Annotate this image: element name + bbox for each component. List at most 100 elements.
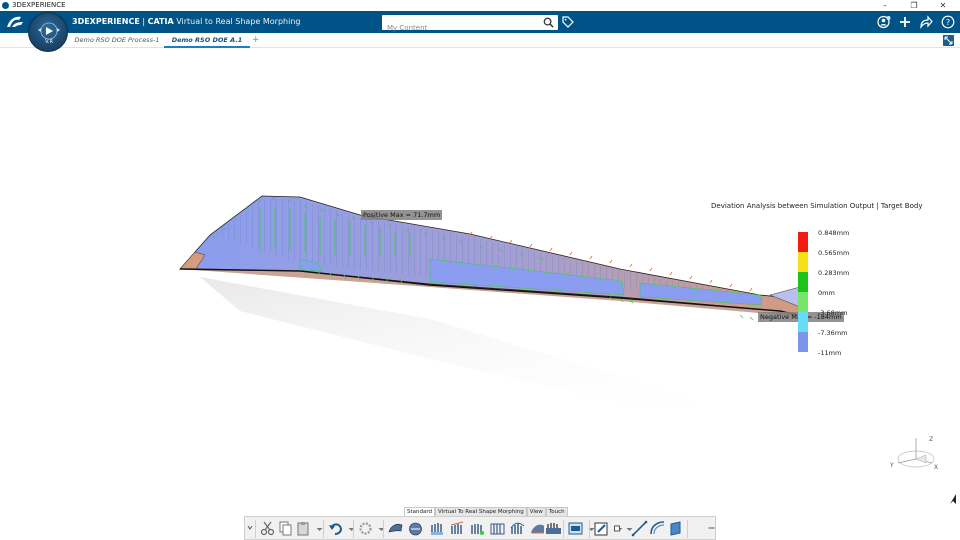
legend-title: Deviation Analysis between Simulation Ou… <box>711 202 923 210</box>
axis-y-label: Y <box>889 462 894 469</box>
morphing-tool-5[interactable] <box>469 520 486 537</box>
undo-options-dropdown[interactable] <box>343 520 355 537</box>
arc-button[interactable] <box>649 520 666 537</box>
wing-model[interactable] <box>0 49 960 515</box>
compass-play-icon <box>38 22 60 40</box>
legend-label-6: -7.36mm <box>818 329 848 337</box>
morphing-tool-1[interactable] <box>387 520 404 537</box>
line-button[interactable] <box>631 520 648 537</box>
restore-button[interactable]: ❐ <box>903 0 925 11</box>
tab-demo-rso-doe-process[interactable]: Demo RSO DOE Process-1 <box>72 33 162 48</box>
more-arrow-icon <box>708 527 715 529</box>
brand-title: 3DEXPERIENCE | CATIA Virtual to Real Sha… <box>72 11 300 33</box>
update-gear-icon <box>359 522 372 535</box>
legend-band-1 <box>798 232 808 252</box>
copy-button[interactable] <box>277 520 294 537</box>
ribs-deform-icon <box>510 522 525 534</box>
sketch-icon <box>594 522 608 536</box>
legend-label-4: 0mm <box>818 289 835 297</box>
section-analysis-icon <box>546 523 561 534</box>
paste-options-dropdown[interactable] <box>311 520 323 537</box>
dropdown-arrow-icon <box>316 528 323 531</box>
legend-label-7: -11mm <box>818 349 842 357</box>
update-options-dropdown[interactable] <box>373 520 385 537</box>
tab-demo-rso-doe-a1[interactable]: Demo RSO DOE A.1 <box>164 33 250 48</box>
separator <box>383 520 384 538</box>
sketch-button[interactable] <box>593 520 610 537</box>
legend-band-4 <box>798 292 808 312</box>
legend-label-1: 0.848mm <box>818 229 850 237</box>
legend-band-2 <box>798 252 808 272</box>
ribs-icon <box>431 523 443 535</box>
separator <box>563 520 564 538</box>
legend-band-6 <box>798 332 808 352</box>
undo-icon <box>329 523 343 535</box>
separator <box>589 520 590 538</box>
window-title: 3DEXPERIENCE <box>12 1 66 9</box>
tab-standard[interactable]: Standard <box>404 507 436 516</box>
top-header: 3DEXPERIENCE | CATIA Virtual to Real Sha… <box>0 11 960 36</box>
morphing-tool-3[interactable] <box>429 520 446 537</box>
compass-widget[interactable]: V.R <box>28 12 68 52</box>
paste-icon <box>297 522 309 536</box>
search-icon[interactable] <box>543 17 554 28</box>
morphing-tool-2[interactable] <box>407 520 424 537</box>
tab-touch[interactable]: Touch <box>545 507 568 516</box>
morphing-tool-7[interactable] <box>509 520 526 537</box>
ribs-offset-icon <box>450 521 464 534</box>
3d-viewport[interactable]: Positive Max = 71.7mm Negative Max = -18… <box>0 49 960 515</box>
action-bar <box>244 516 716 540</box>
tab-virtual-to-real[interactable]: Virtual To Real Shape Morphing <box>435 507 527 516</box>
more-tools-dropdown[interactable] <box>703 520 715 537</box>
tab-view[interactable]: View <box>526 507 546 516</box>
collapse-chevron-icon[interactable] <box>247 520 253 537</box>
brand-separator: | <box>139 17 148 26</box>
capture-icon <box>568 522 583 535</box>
catia-app: 3DEXPERIENCE – ❐ ✕ 3DEXPERIENCE | CATIA … <box>0 0 960 540</box>
wing-morph-icon <box>388 523 403 533</box>
paste-button[interactable] <box>295 520 312 537</box>
svg-text:?: ? <box>946 18 950 27</box>
share-icon[interactable] <box>919 15 933 29</box>
tag-icon[interactable] <box>562 16 574 28</box>
user-profile-icon[interactable] <box>877 15 891 29</box>
axis-z-label: Z <box>929 436 933 443</box>
axis-triad[interactable]: Z Y X <box>886 433 946 473</box>
app-logo-icon <box>2 2 9 9</box>
add-tab-button[interactable]: + <box>252 33 260 48</box>
morphing-tool-6[interactable] <box>489 520 506 537</box>
scissors-icon <box>260 521 275 536</box>
axis-x-label: X <box>934 464 938 471</box>
compass-version: V.R <box>45 39 53 45</box>
expand-icon[interactable] <box>943 35 954 46</box>
morphing-tool-4[interactable] <box>449 520 466 537</box>
help-icon[interactable]: ? <box>941 15 955 29</box>
section-analysis-button[interactable] <box>545 520 562 537</box>
brand-3dexperience: 3DEXPERIENCE <box>72 17 140 26</box>
legend-band-3 <box>798 272 808 292</box>
deviation-analysis-button[interactable] <box>529 520 546 537</box>
ds-logo-icon[interactable] <box>4 14 26 30</box>
point-options-dropdown[interactable] <box>621 520 633 537</box>
ribs-frame-icon <box>490 523 505 535</box>
update-button[interactable] <box>357 520 374 537</box>
separator <box>255 520 256 538</box>
plane-button[interactable] <box>667 520 684 537</box>
separator <box>323 520 324 538</box>
separator <box>353 520 354 538</box>
close-button[interactable]: ✕ <box>932 0 954 11</box>
arc-icon <box>650 521 665 535</box>
legend-band-5 <box>798 312 808 332</box>
plane-icon <box>670 521 681 536</box>
separator <box>687 520 688 538</box>
undo-button[interactable] <box>327 520 344 537</box>
point-button[interactable] <box>609 520 620 537</box>
minimize-button[interactable]: – <box>874 0 896 11</box>
add-icon[interactable] <box>898 15 912 29</box>
cut-button[interactable] <box>259 520 276 537</box>
capture-button[interactable] <box>567 520 584 537</box>
legend-label-2: 0.565mm <box>818 249 850 257</box>
shape-compare-icon <box>409 522 422 536</box>
legend-color-scale <box>798 232 808 352</box>
window-titlebar: 3DEXPERIENCE – ❐ ✕ <box>0 0 960 11</box>
